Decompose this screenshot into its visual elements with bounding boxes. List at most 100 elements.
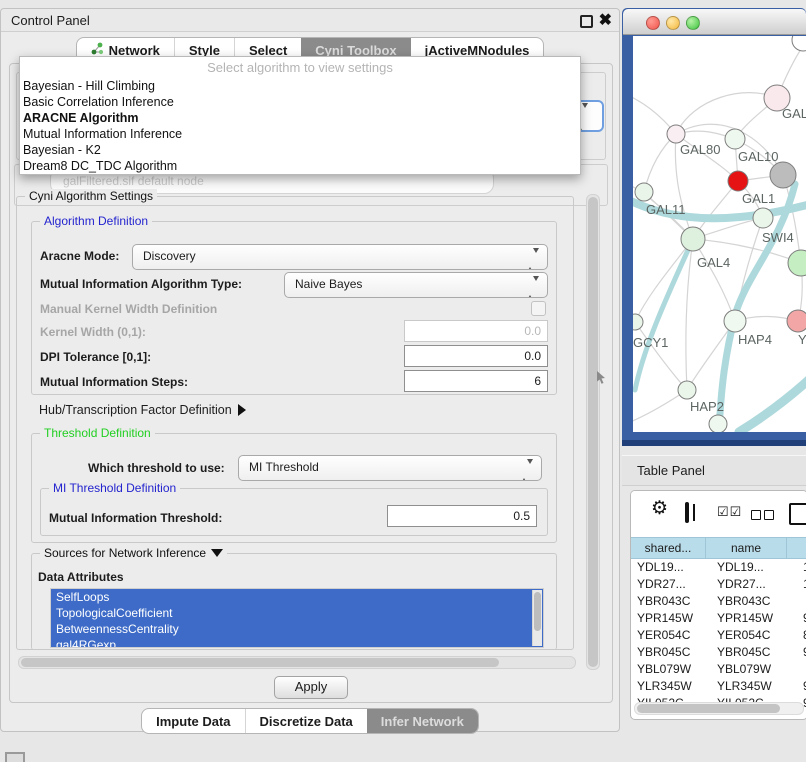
mi-threshold-field[interactable]: 0.5	[387, 505, 537, 527]
network-node[interactable]	[753, 208, 773, 228]
network-node[interactable]	[725, 129, 745, 149]
network-edge	[686, 239, 693, 390]
column-view-icon[interactable]	[685, 502, 689, 523]
network-node[interactable]	[678, 381, 696, 399]
network-node[interactable]	[728, 171, 748, 191]
attribute-list-item[interactable]: BetweennessCentrality	[51, 621, 543, 637]
table-row[interactable]: YBR043CYBR043C	[631, 593, 806, 610]
network-node[interactable]	[681, 227, 705, 251]
network-edge	[633, 390, 687, 424]
network-edge-thick	[739, 376, 806, 432]
table-row[interactable]: YBR045CYBR045C9.	[631, 644, 806, 661]
table-cell: YBL079W	[631, 661, 711, 678]
node-label: Y	[798, 332, 806, 347]
network-node[interactable]	[787, 310, 806, 332]
sources-group: Sources for Network Inference Data Attri…	[31, 553, 557, 650]
dropdown-option[interactable]: Mutual Information Inference	[20, 126, 580, 142]
mi-algorithm-type-combobox[interactable]: Naive Bayes	[284, 272, 548, 298]
table-row[interactable]: YDR27...YDR27...12	[631, 576, 806, 593]
collapse-down-icon	[211, 549, 223, 557]
network-node[interactable]	[667, 125, 685, 143]
network-node[interactable]	[770, 162, 796, 188]
aracne-mode-value: Discovery	[143, 249, 196, 263]
combo-arrows-icon	[527, 249, 539, 270]
algorithm-definition-title: Algorithm Definition	[40, 214, 152, 228]
attribute-list-item[interactable]: SelfLoops	[51, 589, 543, 605]
network-node[interactable]	[788, 250, 806, 276]
table-row[interactable]: YPR145WYPR145W9.	[631, 610, 806, 627]
dock-panel-icon[interactable]	[5, 752, 25, 762]
tab-label: Discretize Data	[260, 714, 353, 729]
network-node[interactable]	[792, 36, 806, 51]
vertical-scrollbar[interactable]	[586, 194, 600, 670]
control-panel: Control Panel ✖ NetworkStyleSelectCyni T…	[0, 8, 620, 732]
table-cell: YER054C	[711, 627, 797, 644]
tab-infer-network[interactable]: Infer Network	[367, 709, 478, 733]
application-window: Control Panel ✖ NetworkStyleSelectCyni T…	[0, 0, 806, 762]
dropdown-option[interactable]: Bayesian - Hill Climbing	[20, 78, 580, 94]
dropdown-option[interactable]: Dream8 DC_TDC Algorithm	[20, 158, 580, 174]
which-threshold-combobox[interactable]: MI Threshold	[238, 455, 542, 481]
list-scrollbar[interactable]	[532, 590, 542, 646]
zoom-window-icon[interactable]	[686, 16, 700, 30]
network-node[interactable]	[709, 415, 727, 432]
table-cell: YDL19...	[631, 559, 711, 576]
aracne-mode-combobox[interactable]: Discovery	[132, 244, 548, 270]
mi-steps-field[interactable]: 6	[404, 370, 548, 392]
new-table-icon[interactable]	[789, 503, 806, 525]
table-cell: YPR145W	[711, 610, 797, 627]
close-window-icon[interactable]	[646, 16, 660, 30]
network-node[interactable]	[635, 183, 653, 201]
table-row[interactable]: YBL079WYBL079W	[631, 661, 806, 678]
minimize-window-icon[interactable]	[666, 16, 680, 30]
sources-group-title[interactable]: Sources for Network Inference	[40, 546, 227, 560]
tab-discretize-data[interactable]: Discretize Data	[245, 709, 367, 733]
manual-kernel-label: Manual Kernel Width Definition	[40, 302, 217, 316]
hub-definition-toggle[interactable]: Hub/Transcription Factor Definition	[39, 403, 246, 417]
kernel-width-field[interactable]: 0.0	[404, 320, 548, 342]
table-cell: YBR045C	[711, 644, 797, 661]
horizontal-scrollbar[interactable]	[18, 656, 576, 669]
table-cell: YDL19...	[711, 559, 797, 576]
deselect-all-icon[interactable]	[751, 507, 777, 525]
table-panel-header[interactable]: Table Panel	[622, 455, 806, 486]
mi-steps-label: Mutual Information Steps:	[40, 375, 188, 389]
table-horizontal-scrollbar[interactable]	[634, 702, 804, 715]
settings-gear-icon[interactable]: ⚙	[651, 499, 668, 519]
column-header[interactable]: name	[706, 537, 787, 559]
tab-label: Infer Network	[381, 714, 464, 729]
network-node[interactable]	[633, 314, 643, 330]
dropdown-option[interactable]: ARACNE Algorithm	[20, 110, 580, 126]
mi-threshold-label: Mutual Information Threshold:	[49, 511, 222, 525]
network-node[interactable]	[724, 310, 746, 332]
network-edge-thick	[635, 239, 693, 390]
mi-type-value: Naive Bayes	[295, 277, 362, 291]
dpi-tolerance-field[interactable]: 0.0	[404, 345, 548, 367]
network-view-window[interactable]: GALGAL80GAL10GAL1GAL11SWI4GAL4GCY1HAP4YH…	[622, 8, 806, 446]
manual-kernel-checkbox[interactable]	[531, 301, 546, 316]
table-row[interactable]: YER054CYER054C8.	[631, 627, 806, 644]
column-header[interactable]: shared...	[631, 537, 706, 559]
select-all-icon[interactable]: ☑☑	[717, 504, 742, 520]
window-frame-bottom	[622, 440, 806, 446]
close-icon[interactable]: ✖	[599, 10, 612, 30]
attribute-list-item[interactable]: TopologicalCoefficient	[51, 605, 543, 621]
data-attributes-list[interactable]: SelfLoopsTopologicalCoefficientBetweenne…	[50, 588, 544, 648]
control-panel-titlebar[interactable]: Control Panel ✖	[1, 9, 619, 32]
dropdown-option[interactable]: Bayesian - K2	[20, 142, 580, 158]
column-header[interactable]: A	[787, 537, 806, 559]
network-canvas[interactable]: GALGAL80GAL10GAL1GAL11SWI4GAL4GCY1HAP4YH…	[633, 36, 806, 432]
node-label: GAL1	[742, 191, 775, 206]
attribute-list-item[interactable]: gal4RGexp	[51, 637, 543, 648]
node-label: GAL4	[697, 255, 730, 270]
apply-button[interactable]: Apply	[274, 676, 348, 699]
table-cell: YLR345W	[711, 678, 797, 695]
table-row[interactable]: YDL19...YDL19...13	[631, 559, 806, 576]
table-row[interactable]: YLR345WYLR345W9.	[631, 678, 806, 695]
threshold-definition-title: Threshold Definition	[40, 426, 155, 440]
dropdown-option[interactable]: Basic Correlation Inference	[20, 94, 580, 110]
network-window-titlebar[interactable]	[623, 9, 806, 35]
float-window-icon[interactable]	[580, 15, 593, 28]
tab-impute-data[interactable]: Impute Data	[142, 709, 244, 733]
node-label: GAL10	[738, 149, 778, 164]
